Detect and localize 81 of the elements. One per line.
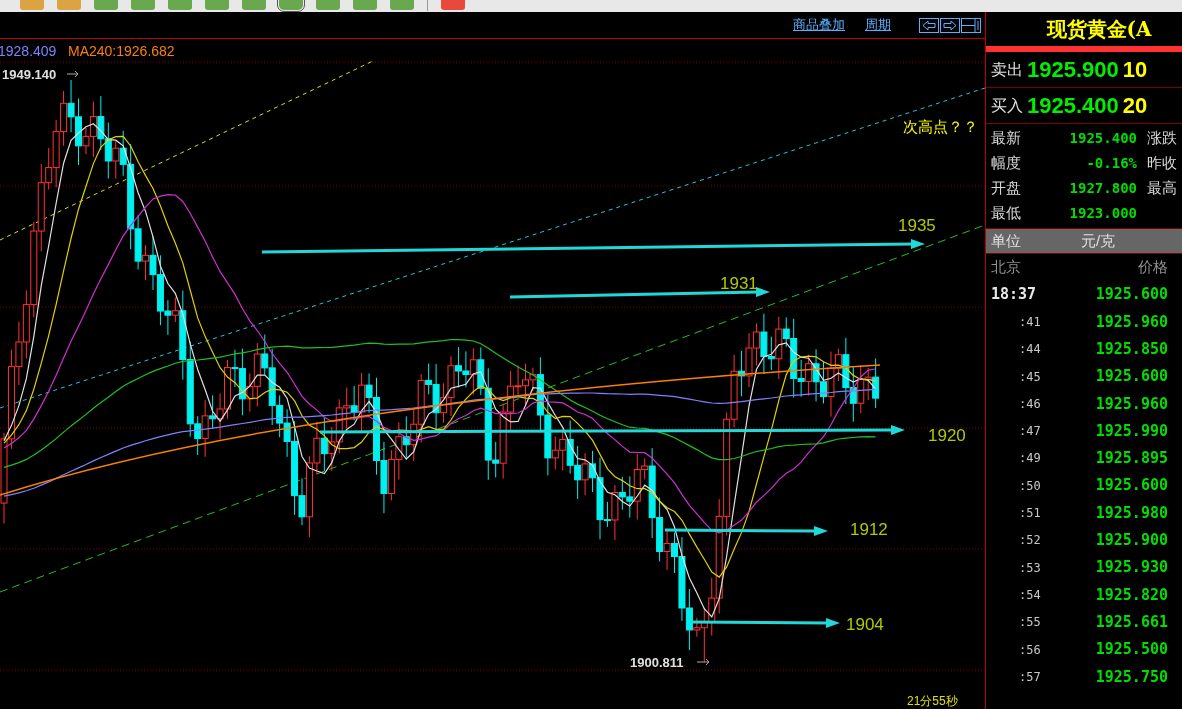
tick-price: 1925.900 [1095, 530, 1168, 552]
tick-time: :50 [1018, 477, 1041, 495]
toolbar-button[interactable] [57, 0, 81, 10]
toolbar-link[interactable]: 商品叠加 [793, 15, 845, 35]
price-level-label: 1912 [850, 520, 888, 539]
annotation-text: 次高点？？ [903, 118, 978, 135]
tick-price: 1925.600 [1095, 284, 1168, 306]
tick-time: :55 [1018, 614, 1041, 632]
quote-label: 卖出 [991, 59, 1023, 80]
toolbar-link[interactable]: 周期 [865, 15, 891, 35]
toolbar-button[interactable] [94, 0, 118, 10]
price-level-label: 1931 [720, 274, 758, 293]
tick-time: :41 [1018, 313, 1041, 331]
column-header: 价格 [1138, 257, 1168, 278]
tick-price: 1925.600 [1095, 366, 1168, 388]
tick-price: 1925.895 [1095, 448, 1168, 470]
tick-price: 1925.980 [1095, 502, 1168, 524]
stat-label: 最低 [991, 203, 1022, 224]
tick-time: :57 [1018, 668, 1041, 686]
price-level-label: 1935 [898, 216, 936, 235]
high-price-label: 1949.140 [2, 67, 57, 82]
toolbar-button[interactable] [316, 0, 340, 10]
tick-price: 1925.600 [1095, 475, 1168, 497]
tick-time: 18:37 [991, 284, 1037, 306]
toolbar-button[interactable] [205, 0, 229, 10]
scroll-right-icon[interactable] [940, 17, 960, 33]
stat-value: -0.16% [1085, 154, 1137, 173]
price-level-label: 1904 [846, 615, 884, 634]
tick-time: :51 [1018, 505, 1041, 522]
stat-value: 1925.400 [1068, 129, 1137, 148]
tick-price: 1925.850 [1095, 339, 1168, 360]
toolbar-button[interactable] [390, 0, 414, 10]
quote-price: 1925.900 [1027, 56, 1119, 84]
tick-time: :56 [1018, 641, 1041, 659]
stat-label: 最高 [1146, 178, 1178, 199]
scroll-left-icon[interactable] [919, 17, 939, 33]
tick-time: :52 [1018, 532, 1041, 550]
quote-price: 1925.400 [1027, 92, 1119, 120]
stat-label: 幅度 [991, 153, 1022, 174]
tick-price: 1925.930 [1095, 557, 1168, 579]
toolbar-button[interactable] [131, 0, 155, 10]
stat-label: 昨收 [1146, 153, 1178, 174]
ma-legend: MA240:1926.682 [68, 43, 175, 59]
tick-time: :44 [1018, 341, 1041, 359]
tick-time: :46 [1018, 395, 1041, 413]
quote-volume: 10 [1122, 56, 1148, 84]
tick-price: 1925.990 [1095, 420, 1168, 442]
stat-label: 涨跌 [1146, 128, 1178, 149]
toolbar-button[interactable] [168, 0, 192, 10]
stat-label: 开盘 [991, 178, 1022, 199]
tick-price: 1925.750 [1095, 666, 1168, 688]
tick-time: :45 [1018, 368, 1041, 386]
tick-price: 1925.661 [1095, 611, 1168, 633]
stat-value: 1927.800 [1068, 179, 1137, 198]
quote-volume: 20 [1122, 92, 1148, 120]
arrow-icon [66, 70, 79, 78]
stat-value: 1923.000 [1068, 204, 1137, 223]
countdown-text: 21分55秒 [907, 694, 958, 708]
layout-icon[interactable] [961, 17, 981, 33]
toolbar-button[interactable] [353, 0, 377, 10]
tick-price: 1925.960 [1095, 393, 1168, 415]
low-price-label: 1900.811 [630, 655, 684, 670]
tick-time: :54 [1018, 586, 1041, 604]
unit-label: 单位 [991, 230, 1022, 251]
stat-label: 最新 [991, 128, 1022, 149]
toolbar-button[interactable] [279, 0, 303, 10]
tick-price: 1925.960 [1095, 311, 1168, 333]
tick-price: 1925.820 [1095, 584, 1168, 606]
arrow-icon [696, 658, 710, 666]
toolbar-button[interactable] [441, 0, 465, 10]
tick-time: :53 [1018, 559, 1041, 577]
tick-price: 1925.500 [1095, 639, 1168, 661]
instrument-title: 现货黄金(A [1045, 16, 1153, 43]
tick-time: :49 [1018, 450, 1041, 468]
column-header: 北京 [991, 257, 1021, 278]
unit-value: 元/克 [1081, 230, 1116, 251]
toolbar-button[interactable] [242, 0, 266, 10]
quote-label: 买入 [991, 95, 1023, 116]
toolbar-button[interactable] [20, 0, 44, 10]
tick-time: :47 [1018, 423, 1041, 441]
price-level-label: 1920 [928, 426, 966, 445]
